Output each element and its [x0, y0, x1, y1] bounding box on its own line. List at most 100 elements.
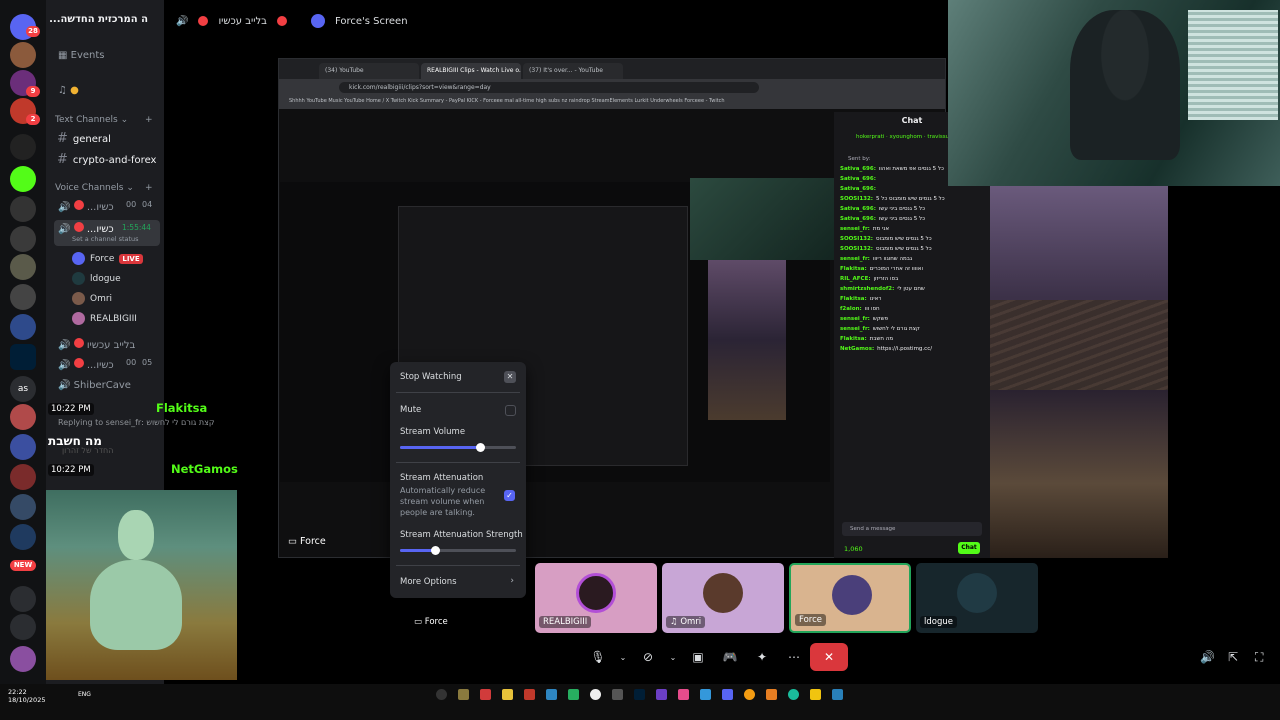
- chat-username[interactable]: shmirtzshendof2:: [840, 286, 894, 292]
- voice-channels-header[interactable]: Voice Channels ⌄ +: [55, 183, 153, 193]
- server-icon[interactable]: [10, 314, 36, 340]
- browser-tab[interactable]: REALBIGIII Clips - Watch Live o...: [421, 63, 521, 79]
- start-icon[interactable]: [436, 689, 447, 700]
- user-avatar[interactable]: [10, 646, 36, 672]
- chat-username[interactable]: f2alon:: [840, 306, 862, 312]
- server-icon[interactable]: [10, 524, 36, 550]
- mute-item[interactable]: Mute: [400, 405, 421, 415]
- chat-username[interactable]: RIL_AFCE:: [840, 276, 871, 282]
- voice-user-ldogue[interactable]: ldogue: [72, 272, 121, 285]
- app-icon[interactable]: [568, 689, 579, 700]
- attenuation-strength-slider[interactable]: [400, 546, 516, 555]
- app-icon[interactable]: [700, 689, 711, 700]
- chevron-down-icon[interactable]: ⌄: [618, 645, 628, 669]
- voice-channel[interactable]: 🔊 בלייב עכשיו: [58, 338, 135, 351]
- chrome-icon[interactable]: [590, 689, 601, 700]
- chat-username[interactable]: SOOSI132:: [840, 236, 873, 242]
- stop-watching-item[interactable]: Stop Watching: [400, 372, 462, 382]
- volume-icon[interactable]: 🔊: [1200, 650, 1215, 664]
- chat-username[interactable]: Flakitsa:: [840, 266, 867, 272]
- clock[interactable]: 22:22 18/10/2025: [8, 688, 45, 704]
- browser-tab[interactable]: (37) It's over... - YouTube: [523, 63, 623, 79]
- chat-input[interactable]: Send a message: [842, 522, 982, 536]
- chat-username[interactable]: Sativa_696:: [840, 206, 876, 212]
- windows-icon[interactable]: [832, 689, 843, 700]
- voice-user-realbig[interactable]: REALBIGIII: [72, 312, 137, 325]
- events-item[interactable]: ▦ Events: [58, 50, 105, 61]
- participant-tile[interactable]: ♫ Omri: [662, 563, 784, 633]
- attenuation-checkbox[interactable]: ✓: [504, 490, 515, 501]
- chat-username[interactable]: Flakitsa:: [840, 296, 867, 302]
- channel-crypto[interactable]: # crypto-and-forex: [57, 152, 156, 167]
- discord-icon[interactable]: [722, 689, 733, 700]
- app-icon[interactable]: [656, 689, 667, 700]
- server-icon[interactable]: [10, 284, 36, 310]
- server-icon[interactable]: [10, 464, 36, 490]
- chat-username[interactable]: Sativa_696:: [840, 166, 876, 172]
- chat-username[interactable]: sensei_fr:: [840, 326, 870, 332]
- app-icon[interactable]: [480, 689, 491, 700]
- chat-username[interactable]: sensei_fr:: [840, 256, 870, 262]
- soundboard-icon[interactable]: ✦: [750, 645, 774, 669]
- folder-icon[interactable]: [810, 689, 821, 700]
- server-icon[interactable]: as: [10, 376, 36, 402]
- server-name[interactable]: ...ה המרכזית החדשה: [46, 14, 164, 25]
- chat-username[interactable]: Sativa_696:: [840, 186, 876, 192]
- voice-channel-active[interactable]: 🔊 ...כשיו 1:55:44 Set a channel status: [54, 220, 160, 246]
- server-icon[interactable]: [10, 254, 36, 280]
- leave-call-button[interactable]: ✕: [810, 643, 848, 671]
- mute-checkbox[interactable]: [505, 405, 516, 416]
- participant-tile[interactable]: ▭ Force: [406, 563, 528, 633]
- slider-knob[interactable]: [476, 443, 486, 452]
- chat-username[interactable]: sensei_fr:: [840, 226, 870, 232]
- chat-username[interactable]: Flakitsa:: [840, 336, 867, 342]
- participant-tile[interactable]: ldogue: [916, 563, 1038, 633]
- popout-icon[interactable]: ⇱: [1228, 650, 1238, 664]
- chat-username[interactable]: Sativa_696:: [840, 176, 876, 182]
- voice-channel[interactable]: 🔊 ...כשיו 00 04: [58, 200, 152, 213]
- app-icon[interactable]: [524, 689, 535, 700]
- kick-server-icon[interactable]: [10, 166, 36, 192]
- browser-tab[interactable]: (34) YouTube: [319, 63, 419, 79]
- app-icon[interactable]: [678, 689, 689, 700]
- app-icon[interactable]: [744, 689, 755, 700]
- edge-icon[interactable]: [788, 689, 799, 700]
- server-icon[interactable]: [10, 586, 36, 612]
- chat-username[interactable]: Sativa_696:: [840, 216, 876, 222]
- premiere-icon[interactable]: [634, 689, 645, 700]
- server-icon[interactable]: [10, 404, 36, 430]
- chat-username[interactable]: SOOSI132:: [840, 196, 873, 202]
- server-icon[interactable]: [10, 134, 36, 160]
- screen-share-icon[interactable]: ▣: [686, 645, 710, 669]
- language-indicator[interactable]: ENG: [78, 691, 91, 698]
- server-icon[interactable]: [10, 42, 36, 68]
- voice-user-force[interactable]: Force LIVE: [72, 252, 143, 265]
- microphone-icon[interactable]: 🎙: [586, 645, 610, 669]
- app-icon[interactable]: [612, 689, 623, 700]
- set-status-link[interactable]: Set a channel status: [72, 235, 156, 243]
- brave-icon[interactable]: [766, 689, 777, 700]
- server-icon[interactable]: [10, 614, 36, 640]
- chevron-down-icon[interactable]: ⌄: [668, 645, 678, 669]
- voice-user-omri[interactable]: Omri: [72, 292, 112, 305]
- voice-channel[interactable]: 🔊 ShiberCave: [58, 380, 131, 391]
- chat-username[interactable]: NetGamos:: [840, 346, 874, 352]
- participant-tile-speaking[interactable]: Force: [789, 563, 911, 633]
- server-icon[interactable]: [10, 196, 36, 222]
- participant-tile[interactable]: REALBIGIII: [535, 563, 657, 633]
- app-icon[interactable]: [546, 689, 557, 700]
- app-icon[interactable]: [502, 689, 513, 700]
- speaker-icon[interactable]: 🔊: [176, 16, 188, 27]
- server-icon[interactable]: [10, 434, 36, 460]
- slider-knob[interactable]: [430, 546, 440, 555]
- chat-username[interactable]: SOOSI132:: [840, 246, 873, 252]
- stop-icon[interactable]: ✕: [504, 371, 516, 383]
- activity-icon[interactable]: 🎮: [718, 645, 742, 669]
- chat-send-button[interactable]: Chat: [958, 542, 980, 554]
- server-icon[interactable]: [10, 494, 36, 520]
- camera-off-icon[interactable]: ⊘: [636, 645, 660, 669]
- more-icon[interactable]: ⋯: [782, 645, 806, 669]
- chat-username[interactable]: sensei_fr:: [840, 316, 870, 322]
- app-icon[interactable]: [458, 689, 469, 700]
- voice-channel[interactable]: 🔊 ...כשיו 00 05: [58, 358, 152, 371]
